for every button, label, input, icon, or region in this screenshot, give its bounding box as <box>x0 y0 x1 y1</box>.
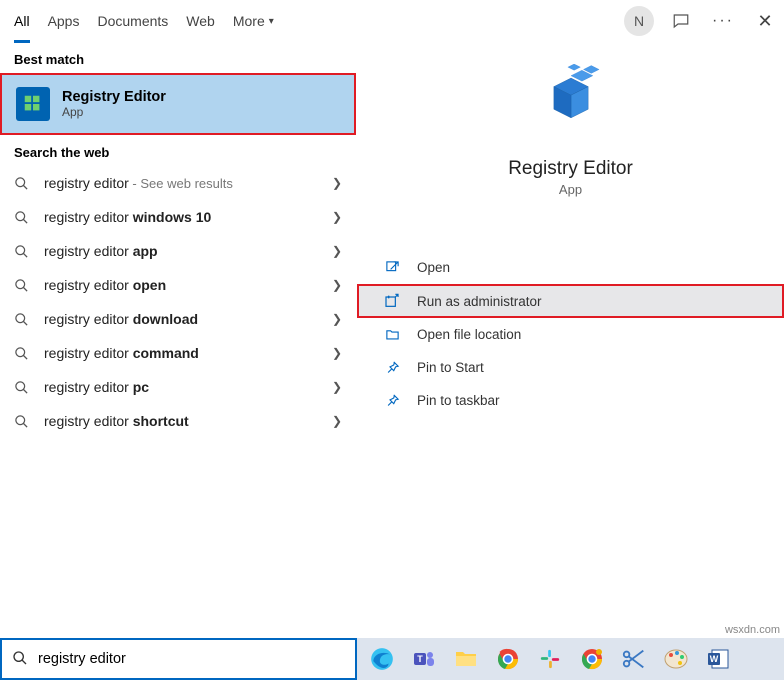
search-input[interactable] <box>38 651 345 667</box>
taskbar-paint[interactable] <box>659 642 693 676</box>
search-icon <box>14 414 32 429</box>
web-suggestion-text: registry editor download <box>44 311 332 327</box>
open-icon <box>381 260 403 275</box>
registry-editor-icon <box>16 87 50 121</box>
action-label: Open file location <box>417 327 521 342</box>
chevron-right-icon: ❯ <box>332 176 342 190</box>
chevron-down-icon: ▾ <box>269 16 274 27</box>
action-open-file-location[interactable]: Open file location <box>357 318 784 351</box>
chevron-right-icon: ❯ <box>332 346 342 360</box>
search-icon <box>14 210 32 225</box>
web-suggestion-text: registry editor command <box>44 345 332 361</box>
svg-text:T: T <box>417 654 423 664</box>
tab-apps[interactable]: Apps <box>48 0 80 42</box>
tab-all[interactable]: All <box>14 0 30 42</box>
web-suggestion[interactable]: registry editor command ❯ <box>0 336 356 370</box>
web-suggestion-text: registry editor app <box>44 243 332 259</box>
best-match-subtitle: App <box>62 105 166 119</box>
chevron-right-icon: ❯ <box>332 380 342 394</box>
app-large-icon <box>528 60 614 146</box>
action-pin-to-taskbar[interactable]: Pin to taskbar <box>357 384 784 417</box>
action-pin-to-start[interactable]: Pin to Start <box>357 351 784 384</box>
more-options-icon[interactable]: ··· <box>708 6 738 36</box>
taskbar-slack[interactable] <box>533 642 567 676</box>
chevron-right-icon: ❯ <box>332 244 342 258</box>
user-avatar[interactable]: N <box>624 6 654 36</box>
web-suggestion-text: registry editor shortcut <box>44 413 332 429</box>
search-icon <box>14 244 32 259</box>
web-suggestion[interactable]: registry editor pc ❯ <box>0 370 356 404</box>
action-label: Open <box>417 260 450 275</box>
search-icon <box>14 312 32 327</box>
tab-web[interactable]: Web <box>186 0 215 42</box>
svg-text:W: W <box>710 654 719 664</box>
action-label: Pin to Start <box>417 360 484 375</box>
pin-icon <box>381 393 403 408</box>
chevron-right-icon: ❯ <box>332 312 342 326</box>
web-suggestion-text: registry editor - See web results <box>44 175 332 191</box>
chevron-right-icon: ❯ <box>332 414 342 428</box>
taskbar-chrome-2[interactable] <box>575 642 609 676</box>
web-suggestion[interactable]: registry editor shortcut ❯ <box>0 404 356 438</box>
search-icon <box>14 176 32 191</box>
watermark-text: wsxdn.com <box>725 624 780 636</box>
search-input-container[interactable] <box>0 638 357 680</box>
web-suggestion-text: registry editor open <box>44 277 332 293</box>
close-icon[interactable]: ✕ <box>750 6 780 36</box>
tab-more[interactable]: More ▾ <box>233 0 274 42</box>
action-open[interactable]: Open <box>357 251 784 284</box>
web-suggestion[interactable]: registry editor app ❯ <box>0 234 356 268</box>
search-icon <box>12 650 28 669</box>
web-suggestion-text: registry editor windows 10 <box>44 209 332 225</box>
chevron-right-icon: ❯ <box>332 278 342 292</box>
tab-documents[interactable]: Documents <box>97 0 168 42</box>
action-label: Run as administrator <box>417 294 542 309</box>
best-match-result[interactable]: Registry Editor App <box>0 73 356 135</box>
pin-icon <box>381 360 403 375</box>
preview-title: Registry Editor <box>508 158 633 180</box>
preview-subtitle: App <box>559 182 582 197</box>
taskbar: T W <box>357 638 784 680</box>
web-suggestion-text: registry editor pc <box>44 379 332 395</box>
taskbar-teams[interactable]: T <box>407 642 441 676</box>
search-icon <box>14 380 32 395</box>
taskbar-word[interactable]: W <box>701 642 735 676</box>
best-match-label: Best match <box>0 42 356 73</box>
search-filter-tabs: All Apps Documents Web More ▾ N ··· ✕ <box>0 0 784 42</box>
search-icon <box>14 278 32 293</box>
web-suggestion[interactable]: registry editor open ❯ <box>0 268 356 302</box>
admin-icon <box>381 293 403 309</box>
taskbar-explorer[interactable] <box>449 642 483 676</box>
best-match-title: Registry Editor <box>62 89 166 105</box>
taskbar-chrome[interactable] <box>491 642 525 676</box>
web-suggestion[interactable]: registry editor windows 10 ❯ <box>0 200 356 234</box>
action-label: Pin to taskbar <box>417 393 500 408</box>
taskbar-snip[interactable] <box>617 642 651 676</box>
search-icon <box>14 346 32 361</box>
web-suggestion[interactable]: registry editor - See web results ❯ <box>0 166 356 200</box>
folder-icon <box>381 327 403 342</box>
taskbar-edge[interactable] <box>365 642 399 676</box>
web-suggestion[interactable]: registry editor download ❯ <box>0 302 356 336</box>
search-web-label: Search the web <box>0 135 356 166</box>
action-run-as-administrator[interactable]: Run as administrator <box>357 284 784 318</box>
chevron-right-icon: ❯ <box>332 210 342 224</box>
feedback-icon[interactable] <box>666 6 696 36</box>
